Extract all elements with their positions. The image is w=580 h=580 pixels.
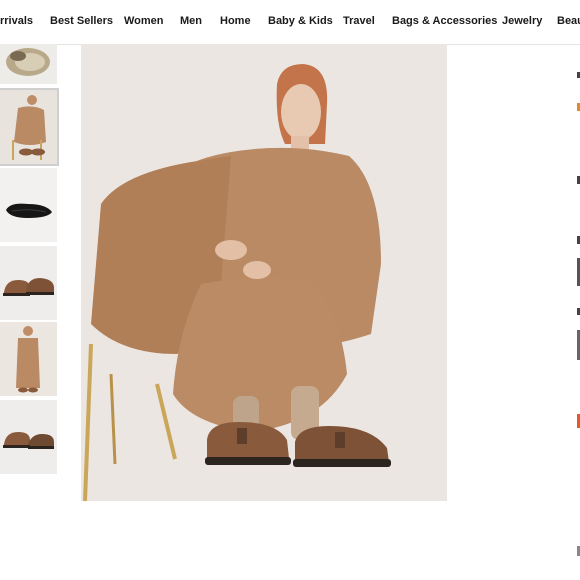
model-seated-clogs-photo [81, 44, 447, 501]
nav-home[interactable]: Home [220, 15, 251, 27]
main-product-image[interactable] [81, 44, 447, 501]
thumbnail-model-standing[interactable] [0, 322, 57, 396]
model-seated-icon [0, 90, 57, 164]
nav-new-arrivals[interactable]: rrivals [0, 15, 33, 27]
thumbnail-clog-top[interactable] [0, 44, 57, 84]
model-standing-icon [0, 322, 57, 396]
nav-best-sellers[interactable]: Best Sellers [50, 15, 113, 27]
clog-pair-side-icon [0, 400, 57, 474]
nav-bags-accessories[interactable]: Bags & Accessories [392, 15, 497, 27]
thumbnail-model-seated[interactable] [0, 88, 59, 166]
clog-pair-icon [0, 246, 57, 320]
thumbnail-clog-pair-side[interactable] [0, 400, 57, 474]
nav-women[interactable]: Women [124, 15, 164, 27]
thumbnail-clog-pair[interactable] [0, 246, 57, 320]
nav-jewelry[interactable]: Jewelry [502, 15, 542, 27]
clog-top-view-icon [0, 44, 57, 84]
nav-baby-kids[interactable]: Baby & Kids [268, 15, 333, 27]
clog-sole-icon [0, 168, 57, 242]
thumbnail-clog-sole[interactable] [0, 168, 57, 242]
nav-men[interactable]: Men [180, 15, 202, 27]
nav-beauty[interactable]: Beau [557, 15, 580, 27]
nav-travel[interactable]: Travel [343, 15, 375, 27]
top-navigation: rrivals Best Sellers Women Men Home Baby… [0, 0, 580, 45]
